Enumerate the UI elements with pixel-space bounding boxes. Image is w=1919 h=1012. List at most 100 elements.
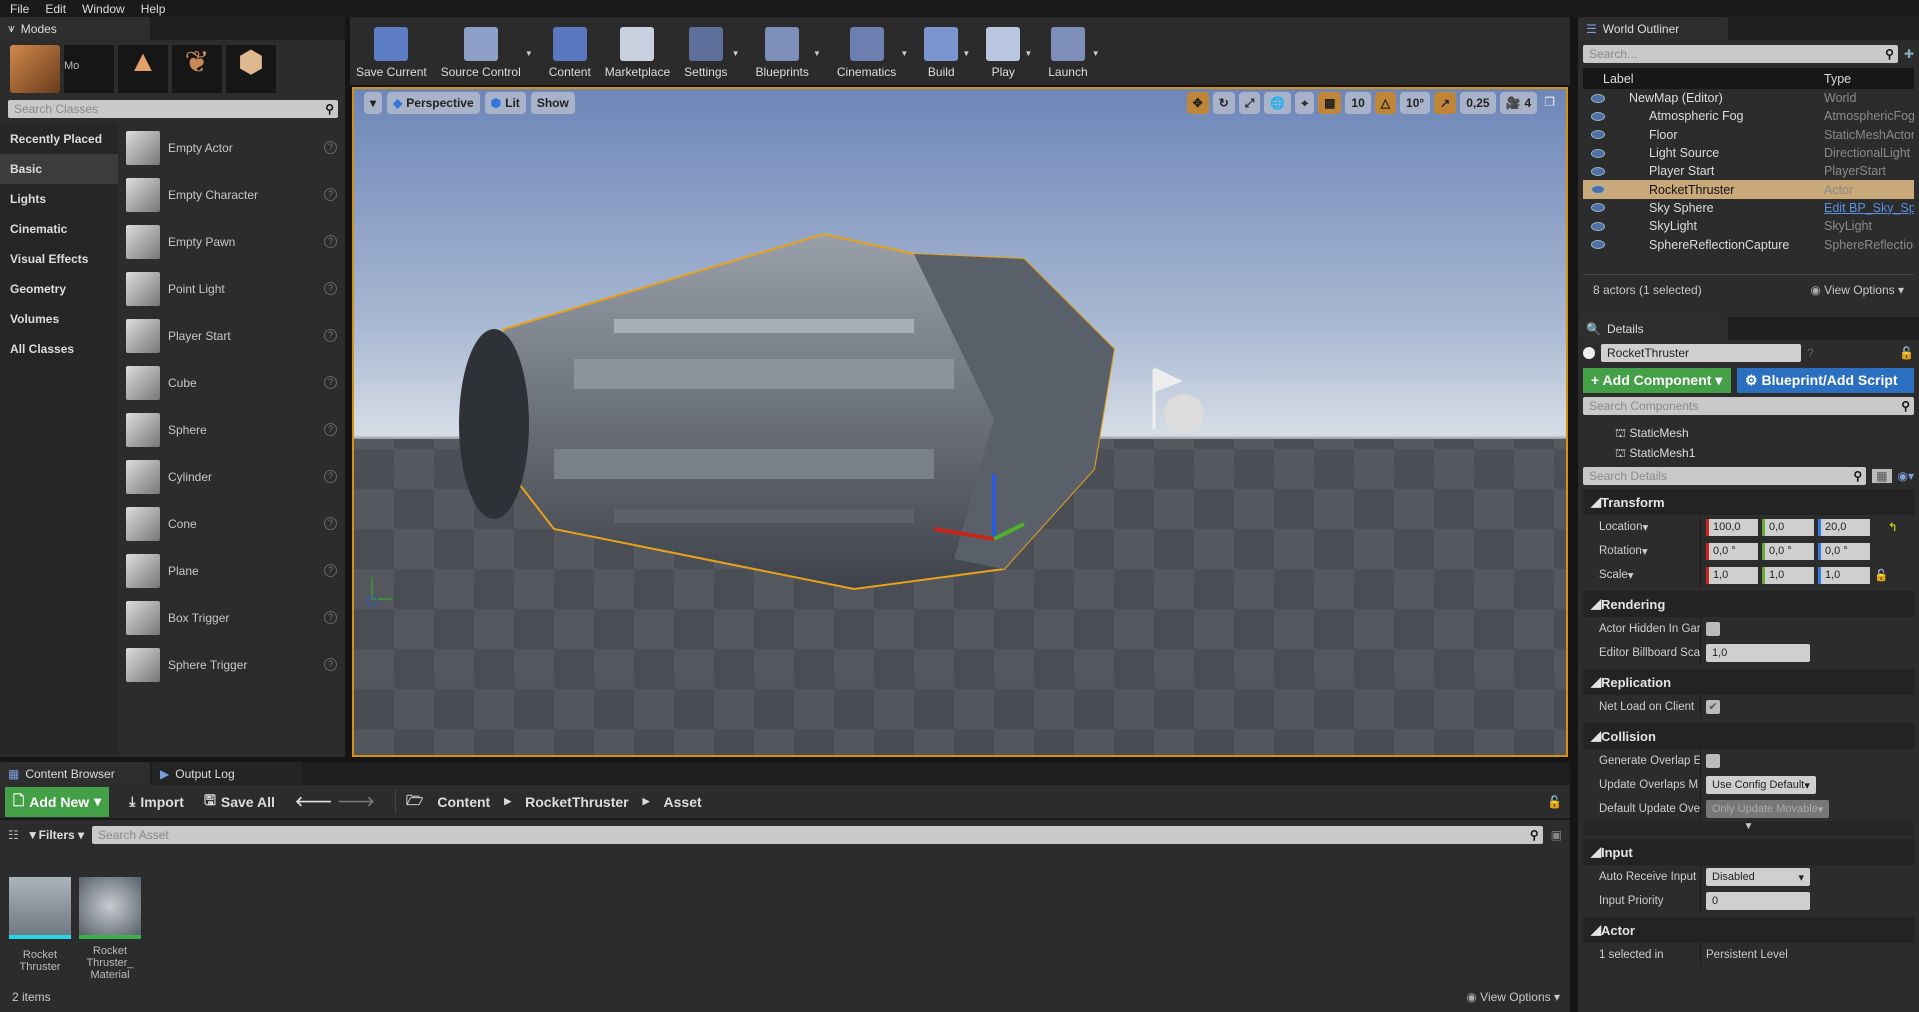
label-column-header[interactable]: Label bbox=[1603, 72, 1824, 86]
help-icon[interactable]: ? bbox=[324, 470, 337, 483]
location-x-input[interactable]: 100,0 bbox=[1706, 518, 1758, 536]
visibility-eye-icon[interactable] bbox=[1591, 166, 1605, 176]
maximize-icon[interactable]: ❐ bbox=[1541, 92, 1558, 114]
auto-receive-dropdown[interactable]: Disabled ▾ bbox=[1706, 868, 1810, 886]
dropdown-arrow-icon[interactable]: ▼ bbox=[1092, 49, 1100, 58]
toolbar-button-marketplace[interactable]: Marketplace bbox=[605, 27, 670, 85]
actor-name-input[interactable]: RocketThruster bbox=[1601, 344, 1801, 362]
asset-tile[interactable]: Rocket Thruster bbox=[9, 877, 71, 973]
placeable-item[interactable]: Sphere? bbox=[118, 406, 345, 453]
visibility-eye-icon[interactable] bbox=[1591, 221, 1605, 231]
toolbar-button-cinematics[interactable]: Cinematics ▼ bbox=[837, 27, 908, 85]
help-icon[interactable]: ? bbox=[324, 329, 337, 342]
lock-icon[interactable]: 🔓 bbox=[1547, 795, 1562, 809]
search-details-input[interactable]: Search Details ⚲ bbox=[1583, 467, 1867, 485]
property-matrix-icon[interactable]: ▦ bbox=[1872, 469, 1892, 483]
outliner-row[interactable]: Floor StaticMeshActor bbox=[1583, 126, 1914, 144]
category-item[interactable]: Recently Placed bbox=[0, 124, 118, 154]
scale-z-input[interactable]: 1,0 bbox=[1818, 566, 1870, 584]
toolbar-button-blueprints[interactable]: Blueprints ▼ bbox=[756, 27, 821, 85]
add-new-button[interactable]: 🗋 Add New ▾ bbox=[5, 786, 110, 817]
category-item[interactable]: Basic bbox=[0, 154, 118, 184]
save-all-button[interactable]: 🖫 Save All bbox=[204, 790, 275, 814]
geometry-mode-icon[interactable]: ⬢ bbox=[226, 45, 276, 93]
help-icon[interactable]: ? bbox=[324, 235, 337, 248]
placeable-item[interactable]: Box Trigger? bbox=[118, 594, 345, 641]
outliner-row[interactable]: Light Source DirectionalLight bbox=[1583, 144, 1914, 162]
placeable-item[interactable]: Empty Actor? bbox=[118, 124, 345, 171]
scale-y-input[interactable]: 1,0 bbox=[1762, 566, 1814, 584]
perspective-button[interactable]: ◆ Perspective bbox=[387, 92, 480, 114]
forward-arrow-icon[interactable]: 🡒 bbox=[337, 793, 375, 810]
help-icon[interactable]: ? bbox=[324, 188, 337, 201]
placeable-item[interactable]: Empty Character? bbox=[118, 171, 345, 218]
help-icon[interactable]: ? bbox=[324, 517, 337, 530]
placeable-item[interactable]: Cube? bbox=[118, 359, 345, 406]
back-arrow-icon[interactable]: 🡐 bbox=[295, 793, 333, 810]
menu-window[interactable]: Window bbox=[82, 2, 125, 16]
search-classes-input[interactable]: Search Classes ⚲ bbox=[8, 100, 338, 118]
outliner-row[interactable]: NewMap (Editor) World bbox=[1583, 89, 1914, 107]
section-replication[interactable]: ◢ Replication bbox=[1583, 669, 1914, 695]
scale-label[interactable]: Scale bbox=[1599, 569, 1628, 581]
toolbar-button-launch[interactable]: Launch ▼ bbox=[1048, 27, 1100, 85]
update-overlaps-dropdown[interactable]: Use Config Default ▾ bbox=[1706, 776, 1816, 794]
category-item[interactable]: All Classes bbox=[0, 334, 118, 364]
reset-icon[interactable]: ↰ bbox=[1888, 520, 1898, 534]
asset-tile[interactable]: Rocket Thruster_ Material bbox=[79, 877, 141, 981]
grid-snap-value[interactable]: 10 bbox=[1345, 92, 1371, 114]
landscape-mode-icon[interactable]: ▲ bbox=[118, 45, 168, 93]
toolbar-button-content[interactable]: Content bbox=[549, 27, 591, 85]
category-item[interactable]: Geometry bbox=[0, 274, 118, 304]
lit-button[interactable]: ⬢ Lit bbox=[484, 92, 526, 114]
help-icon[interactable]: ? bbox=[324, 282, 337, 295]
rotation-label[interactable]: Rotation bbox=[1599, 545, 1642, 557]
lock-icon[interactable]: 🔓 bbox=[1899, 346, 1914, 360]
category-item[interactable]: Cinematic bbox=[0, 214, 118, 244]
component-item[interactable]: ⛫ StaticMesh1 bbox=[1615, 443, 1914, 463]
sources-toggle-icon[interactable]: ☷ bbox=[8, 828, 19, 842]
translate-mode-icon[interactable]: ✥ bbox=[1186, 92, 1209, 114]
create-folder-icon[interactable]: ✚ bbox=[1904, 47, 1914, 61]
surface-snap-icon[interactable]: ⌖ bbox=[1295, 92, 1315, 114]
billboard-scale-input[interactable]: 1,0 bbox=[1706, 644, 1810, 662]
outliner-row[interactable]: Player Start PlayerStart bbox=[1583, 162, 1914, 180]
camera-speed-button[interactable]: 🎥 4 bbox=[1499, 92, 1538, 114]
scale-snap-value[interactable]: 0,25 bbox=[1460, 92, 1496, 114]
content-view-options[interactable]: ◉ View Options ▾ bbox=[1466, 990, 1560, 1004]
import-button[interactable]: ⤓ Import bbox=[129, 793, 184, 810]
paint-mode-icon[interactable]: Mo bbox=[64, 45, 114, 93]
category-item[interactable]: Volumes bbox=[0, 304, 118, 334]
tab-content-browser[interactable]: ▦ Content Browser bbox=[0, 762, 150, 785]
toolbar-button-save-current[interactable]: Save Current bbox=[356, 27, 427, 85]
outliner-row[interactable]: SkyLight SkyLight bbox=[1583, 217, 1914, 235]
tab-details[interactable]: 🔍 Details bbox=[1578, 317, 1728, 340]
tab-modes[interactable]: ⩛ Modes bbox=[0, 17, 150, 40]
world-local-icon[interactable]: 🌐 bbox=[1264, 92, 1292, 114]
breadcrumb-item[interactable]: RocketThruster bbox=[525, 794, 628, 810]
generate-overlap-checkbox[interactable] bbox=[1706, 754, 1720, 768]
section-transform[interactable]: ◢ Transform bbox=[1583, 489, 1914, 515]
net-load-checkbox[interactable]: ✔ bbox=[1706, 700, 1720, 714]
placeable-item[interactable]: Point Light? bbox=[118, 265, 345, 312]
hidden-in-game-checkbox[interactable] bbox=[1706, 622, 1720, 636]
rotation-snap-value[interactable]: 10° bbox=[1400, 92, 1431, 114]
breadcrumb-item[interactable]: Asset bbox=[664, 794, 702, 810]
dropdown-arrow-icon[interactable]: ▼ bbox=[1024, 49, 1032, 58]
tab-output-log[interactable]: ▶ Output Log bbox=[152, 762, 302, 785]
placeable-item[interactable]: Player Start? bbox=[118, 312, 345, 359]
placeable-item[interactable]: Empty Pawn? bbox=[118, 218, 345, 265]
advanced-expand-icon[interactable]: ▼ bbox=[1583, 821, 1914, 835]
help-icon[interactable]: ? bbox=[324, 376, 337, 389]
visibility-eye-icon[interactable] bbox=[1591, 203, 1605, 213]
category-item[interactable]: Visual Effects bbox=[0, 244, 118, 274]
placeable-item[interactable]: Sphere Trigger? bbox=[118, 641, 345, 688]
scale-snap-icon[interactable]: ↗ bbox=[1434, 92, 1457, 114]
scale-mode-icon[interactable]: ⤢ bbox=[1238, 92, 1261, 114]
actor-type[interactable]: Edit BP_Sky_Sp bbox=[1824, 201, 1914, 215]
menu-edit[interactable]: Edit bbox=[45, 2, 66, 16]
save-search-icon[interactable]: ▣ bbox=[1551, 828, 1562, 842]
placeable-item[interactable]: Cylinder? bbox=[118, 453, 345, 500]
help-icon[interactable]: ? bbox=[324, 658, 337, 671]
toolbar-button-build[interactable]: Build ▼ bbox=[924, 27, 970, 85]
